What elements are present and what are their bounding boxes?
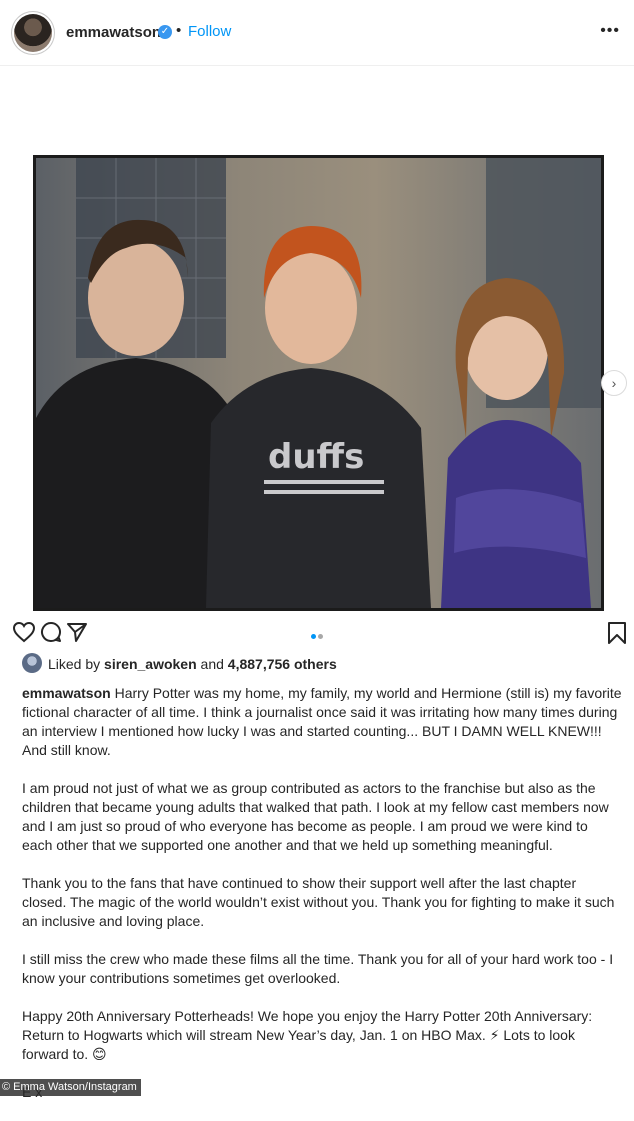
caption-paragraph: Thank you to the fans that have continue… <box>22 875 615 929</box>
carousel-dot-active <box>311 634 316 639</box>
caption-paragraph: emmawatson Harry Potter was my home, my … <box>22 684 622 760</box>
likes-and: and <box>200 656 224 672</box>
caption: emmawatson Harry Potter was my home, my … <box>22 684 622 1121</box>
caption-text: Harry Potter was my home, my family, my … <box>22 685 622 758</box>
caption-paragraph: I still miss the crew who made these fil… <box>22 951 614 986</box>
carousel-indicator <box>310 626 324 644</box>
shirt-text: duffs <box>268 437 364 477</box>
post-media: duffs › <box>0 66 634 617</box>
post-photo: duffs <box>33 155 604 611</box>
caption-paragraph: Happy 20th Anniversary Potterheads! We h… <box>22 1008 593 1062</box>
carousel-next-icon[interactable]: › <box>601 370 627 396</box>
post-header: emmawatson ✓ • Follow ••• <box>0 0 634 66</box>
bookmark-icon[interactable] <box>607 621 627 645</box>
share-icon[interactable] <box>66 621 88 643</box>
photo-image: duffs <box>36 158 601 608</box>
separator-dot: • <box>176 22 182 39</box>
heart-icon[interactable] <box>12 621 36 643</box>
comment-icon[interactable] <box>40 621 62 643</box>
username-link[interactable]: emmawatson <box>66 24 161 41</box>
likes-prefix: Liked by <box>48 656 101 672</box>
likes-count-link[interactable]: 4,887,756 others <box>228 656 337 672</box>
liker-avatar[interactable] <box>22 653 42 673</box>
carousel-dot <box>318 634 323 639</box>
avatar[interactable] <box>14 14 52 52</box>
caption-paragraph: I am proud not just of what we as group … <box>22 780 609 853</box>
liker-username-link[interactable]: siren_awoken <box>104 656 197 672</box>
more-options-icon[interactable]: ••• <box>600 22 620 40</box>
caption-username-link[interactable]: emmawatson <box>22 685 111 701</box>
image-credit: © Emma Watson/Instagram <box>0 1079 141 1096</box>
verified-badge-icon: ✓ <box>158 25 172 39</box>
follow-button[interactable]: Follow <box>188 23 231 40</box>
likes-text: Liked by siren_awoken and 4,887,756 othe… <box>48 656 337 672</box>
